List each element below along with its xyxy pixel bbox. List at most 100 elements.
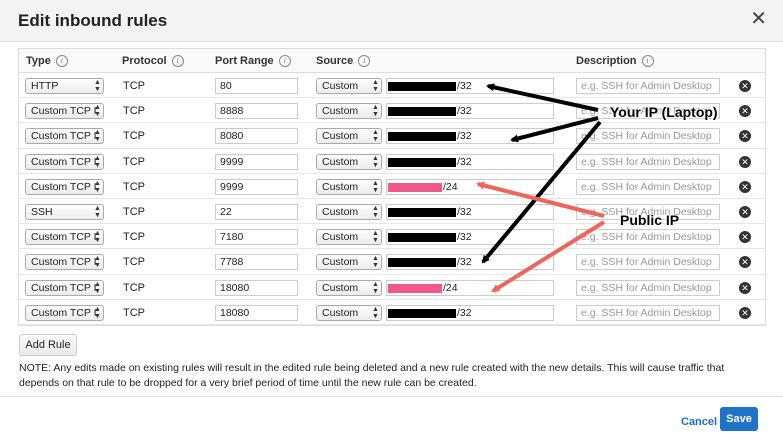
description-input[interactable]: e.g. SSH for Admin Desktop [576,254,720,271]
type-select-value: Custom TCP I [31,256,97,269]
source-cidr-input[interactable]: /24 [386,178,554,195]
type-select[interactable]: HTTP ▲ ▼ [25,78,104,94]
source-select[interactable]: Custom ▲ ▼ [316,153,382,170]
port-range-input[interactable]: 80 [215,78,298,94]
type-select[interactable]: Custom TCP I ▲ ▼ [25,279,104,296]
protocol-value: TCP [123,256,145,269]
source-cidr-input[interactable]: /32 [386,254,554,271]
delete-rule-icon[interactable]: ✕ [739,80,751,92]
source-cidr-input[interactable]: /24 [386,279,554,296]
delete-rule-icon[interactable]: ✕ [739,306,751,319]
info-icon[interactable]: i [641,55,654,67]
type-select[interactable]: SSH ▲ ▼ [25,203,104,220]
source-select-value: Custom [322,105,359,118]
dialog-title: Edit inbound rules [18,11,168,30]
type-select[interactable]: Custom TCP I ▲ ▼ [25,178,104,195]
description-input[interactable]: e.g. SSH for Admin Desktop [576,128,720,145]
info-icon[interactable]: i [358,55,371,67]
port-range-input[interactable]: 7788 [215,254,298,271]
source-select[interactable]: Custom ▲ ▼ [316,78,382,94]
cidr-suffix: /32 [457,231,472,244]
select-arrows-icon: ▲ ▼ [94,129,101,144]
source-cidr-input[interactable]: /32 [386,128,554,145]
source-select[interactable]: Custom ▲ ▼ [316,229,382,246]
delete-rule-icon[interactable]: ✕ [739,180,751,193]
info-icon[interactable]: i [55,55,68,67]
type-select[interactable]: Custom TCP I ▲ ▼ [25,304,104,321]
port-range-input[interactable]: 7180 [215,229,298,246]
your-ip-annotation: Your IP (Laptop) [610,104,718,120]
description-input[interactable]: e.g. SSH for Admin Desktop [576,304,720,321]
save-button[interactable]: Save [720,407,758,431]
port-range-input[interactable]: 18080 [215,304,298,321]
delete-rule-icon[interactable]: ✕ [739,256,751,269]
port-range-input[interactable]: 9999 [215,153,298,170]
port-range-input[interactable]: 8080 [215,128,298,145]
source-cidr-input[interactable]: /32 [386,304,554,321]
source-select[interactable]: Custom ▲ ▼ [316,178,382,195]
delete-rule-icon[interactable]: ✕ [739,105,751,118]
type-select[interactable]: Custom TCP I ▲ ▼ [25,254,104,271]
redacted-ip-mask [388,107,456,117]
redacted-ip-mask [388,207,456,217]
source-select-value: Custom [322,130,359,143]
source-cidr-input[interactable]: /32 [386,203,554,220]
source-select[interactable]: Custom ▲ ▼ [316,203,382,220]
port-range-input[interactable]: 9999 [215,178,298,195]
port-range-input[interactable]: 18080 [215,279,298,296]
type-select-value: Custom TCP I [31,155,97,168]
select-arrows-icon: ▲ ▼ [94,280,101,295]
protocol-value: TCP [123,205,145,218]
type-select[interactable]: Custom TCP I ▲ ▼ [25,128,104,145]
delete-rule-icon[interactable]: ✕ [739,205,751,218]
source-select[interactable]: Custom ▲ ▼ [316,254,382,271]
type-select-value: HTTP [31,80,59,92]
info-icon[interactable]: i [278,55,291,67]
source-select[interactable]: Custom ▲ ▼ [316,103,382,120]
table-row: Custom TCP I ▲ ▼ TCP 18080 Custom ▲ ▼ /24 … [19,275,765,300]
select-arrows-icon: ▲ ▼ [372,305,379,320]
type-select[interactable]: Custom TCP I ▲ ▼ [25,153,104,170]
delete-rule-icon[interactable]: ✕ [739,155,751,168]
protocol-value: TCP [123,130,145,143]
select-arrows-icon: ▲ ▼ [94,104,101,119]
protocol-value: TCP [123,306,145,319]
source-select[interactable]: Custom ▲ ▼ [316,279,382,296]
delete-rule-icon[interactable]: ✕ [739,231,751,244]
redacted-ip-mask [388,182,442,192]
port-range-input[interactable]: 22 [215,203,298,220]
redacted-ip-mask [388,233,456,243]
add-rule-button[interactable]: Add Rule [19,334,77,356]
select-arrows-icon: ▲ ▼ [372,79,379,93]
table-row: Custom TCP I ▲ ▼ TCP 8080 Custom ▲ ▼ /32 e… [19,123,765,149]
type-select[interactable]: Custom TCP I ▲ ▼ [25,229,104,246]
type-select-value: Custom TCP I [31,180,97,193]
description-input[interactable]: e.g. SSH for Admin Desktop [576,153,720,170]
description-input[interactable]: e.g. SSH for Admin Desktop [576,279,720,296]
source-cidr-input[interactable]: /32 [386,153,554,170]
source-cidr-input[interactable]: /32 [386,103,554,120]
description-input[interactable]: e.g. SSH for Admin Desktop [576,178,720,195]
info-icon[interactable]: i [171,55,184,67]
protocol-value: TCP [123,155,145,168]
col-description-label: Description [576,55,637,67]
table-row: Custom TCP I ▲ ▼ TCP 9999 Custom ▲ ▼ /24 e… [19,174,765,199]
source-cidr-input[interactable]: /32 [386,78,554,94]
type-select-value: Custom TCP I [31,105,97,118]
select-arrows-icon: ▲ ▼ [372,255,379,270]
type-select-value: SSH [31,205,53,218]
source-select[interactable]: Custom ▲ ▼ [316,128,382,145]
source-select[interactable]: Custom ▲ ▼ [316,304,382,321]
port-range-input[interactable]: 8888 [215,103,298,120]
cancel-button[interactable]: Cancel [681,416,717,428]
type-select-value: Custom TCP I [31,231,97,244]
source-cidr-input[interactable]: /32 [386,229,554,246]
delete-rule-icon[interactable]: ✕ [739,130,751,143]
cidr-suffix: /32 [457,306,472,319]
description-input[interactable]: e.g. SSH for Admin Desktop [576,229,720,246]
close-icon[interactable]: ✕ [750,9,767,29]
redacted-ip-mask [388,132,456,142]
delete-rule-icon[interactable]: ✕ [739,281,751,294]
type-select[interactable]: Custom TCP I ▲ ▼ [25,103,104,120]
description-input[interactable]: e.g. SSH for Admin Desktop [576,78,720,94]
